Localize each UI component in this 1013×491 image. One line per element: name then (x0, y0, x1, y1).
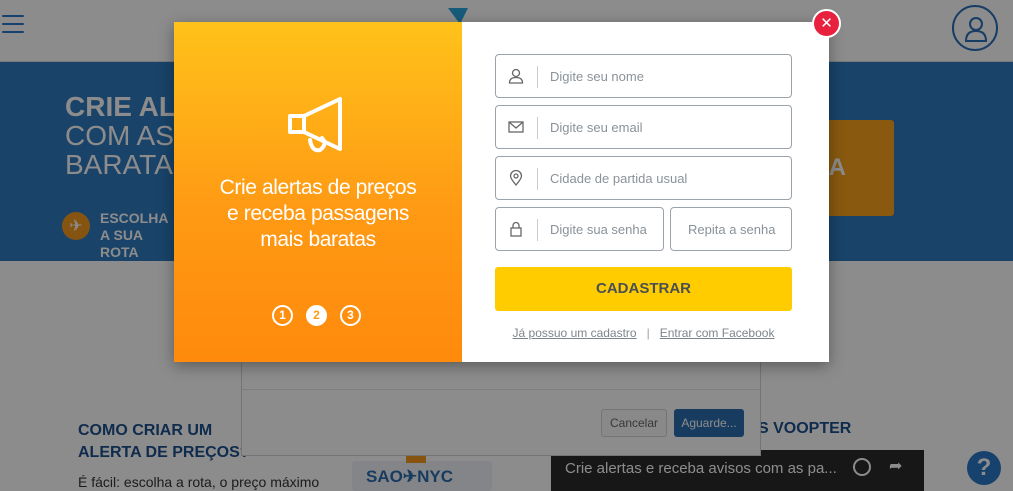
modal-links: Já possuo um cadastro | Entrar com Faceboo… (495, 326, 792, 340)
password-repeat-field[interactable] (670, 207, 792, 251)
link-separator: | (646, 326, 650, 340)
password-input[interactable] (550, 208, 655, 250)
password-repeat-input[interactable] (688, 208, 784, 250)
step-2[interactable]: 2 (306, 305, 327, 326)
step-1[interactable]: 1 (272, 305, 293, 326)
step-3[interactable]: 3 (340, 305, 361, 326)
signup-modal: Crie alertas de preços e receba passagen… (174, 22, 829, 362)
megaphone-icon (288, 97, 342, 153)
password-field[interactable] (495, 207, 664, 251)
email-field[interactable] (495, 105, 792, 149)
name-field[interactable] (495, 54, 792, 98)
lock-icon (510, 221, 522, 237)
step-indicator: 1 2 3 (272, 305, 372, 327)
promo-panel: Crie alertas de preços e receba passagen… (174, 22, 462, 362)
envelope-icon (508, 121, 524, 133)
name-input[interactable] (550, 55, 783, 97)
facebook-link[interactable]: Entrar com Facebook (660, 326, 775, 340)
city-field[interactable] (495, 156, 792, 200)
person-icon (508, 68, 524, 84)
login-link[interactable]: Já possuo um cadastro (513, 326, 637, 340)
location-pin-icon (509, 170, 523, 186)
email-input[interactable] (550, 106, 783, 148)
city-input[interactable] (550, 157, 783, 199)
close-icon[interactable]: ✕ (812, 9, 841, 38)
promo-text: Crie alertas de preços e receba passagen… (219, 176, 417, 251)
register-button[interactable]: CADASTRAR (495, 267, 792, 311)
